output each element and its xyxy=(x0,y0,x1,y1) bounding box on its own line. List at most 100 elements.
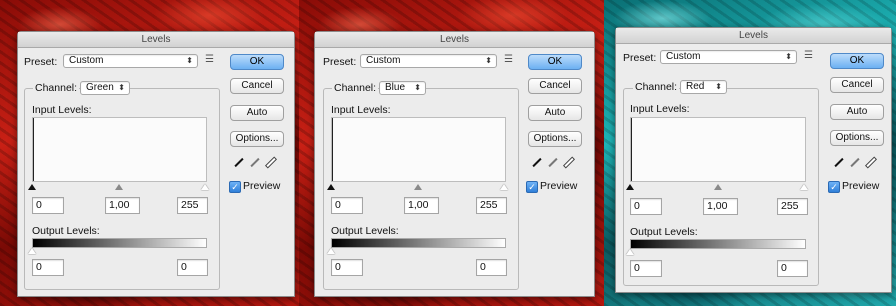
input-black-slider[interactable] xyxy=(327,184,335,190)
channel-value: Blue xyxy=(385,82,406,93)
output-white-field[interactable]: 0 xyxy=(777,260,808,277)
input-white-field[interactable]: 255 xyxy=(476,197,507,214)
updown-arrows-icon: ⬍ xyxy=(485,56,492,65)
preset-options-menu-icon[interactable]: ☰ xyxy=(205,54,214,65)
input-white-field[interactable]: 255 xyxy=(777,198,808,215)
updown-arrows-icon: ⬍ xyxy=(118,83,125,92)
options-button[interactable]: Options... xyxy=(830,130,884,146)
eyedropper-group xyxy=(834,157,876,169)
output-gradient xyxy=(32,238,207,248)
options-button[interactable]: Options... xyxy=(230,131,284,147)
input-black-field[interactable]: 0 xyxy=(331,197,363,214)
output-gradient xyxy=(331,238,506,248)
input-black-slider[interactable] xyxy=(28,184,36,190)
auto-button[interactable]: Auto xyxy=(830,104,884,120)
input-white-field[interactable]: 255 xyxy=(177,197,208,214)
output-levels-label: Output Levels: xyxy=(32,225,100,237)
black-point-eyedropper-icon[interactable] xyxy=(834,157,844,169)
input-black-field[interactable]: 0 xyxy=(32,197,64,214)
gray-point-eyedropper-icon[interactable] xyxy=(850,157,860,169)
input-gamma-slider[interactable] xyxy=(714,184,722,190)
input-gamma-field[interactable]: 1,00 xyxy=(703,198,738,215)
output-black-field[interactable]: 0 xyxy=(630,260,662,277)
histogram-spike xyxy=(332,118,333,181)
preset-options-menu-icon[interactable]: ☰ xyxy=(804,50,813,61)
input-gamma-field[interactable]: 1,00 xyxy=(404,197,439,214)
input-gamma-slider[interactable] xyxy=(414,184,422,190)
levels-dialog: Levels Preset: Custom ⬍ ☰ Channel: Red ⬍… xyxy=(615,27,892,293)
updown-arrows-icon: ⬍ xyxy=(715,82,722,91)
preset-select[interactable]: Custom ⬍ xyxy=(360,54,497,68)
output-slider-track xyxy=(327,248,506,258)
levels-dialog: Levels Preset: Custom ⬍ ☰ Channel: Blue … xyxy=(314,31,595,297)
input-white-slider[interactable] xyxy=(500,184,508,190)
dialog-title: Levels xyxy=(315,32,594,48)
white-point-eyedropper-icon[interactable] xyxy=(866,157,876,169)
channel-value: Green xyxy=(86,82,114,93)
input-levels-label: Input Levels: xyxy=(32,104,92,116)
input-slider-track xyxy=(28,184,209,194)
channel-select[interactable]: Green ⬍ xyxy=(80,81,130,95)
cancel-button[interactable]: Cancel xyxy=(230,78,284,94)
histogram xyxy=(331,117,506,182)
preview-checkbox[interactable]: ✓ xyxy=(828,181,840,193)
channel-label: Channel: xyxy=(332,82,379,94)
updown-arrows-icon: ⬍ xyxy=(414,83,421,92)
channel-label: Channel: xyxy=(633,81,680,93)
ok-button[interactable]: OK xyxy=(830,53,884,69)
histogram-spike xyxy=(631,118,632,181)
eyedropper-group xyxy=(532,157,574,169)
output-white-field[interactable]: 0 xyxy=(476,259,507,276)
auto-button[interactable]: Auto xyxy=(528,105,582,121)
preset-select[interactable]: Custom ⬍ xyxy=(660,50,797,64)
output-white-slider[interactable] xyxy=(28,248,36,254)
output-black-field[interactable]: 0 xyxy=(331,259,363,276)
gray-point-eyedropper-icon[interactable] xyxy=(250,157,260,169)
channel-select[interactable]: Red ⬍ xyxy=(680,80,727,94)
ok-button[interactable]: OK xyxy=(230,54,284,70)
channel-select[interactable]: Blue ⬍ xyxy=(379,81,426,95)
output-white-slider[interactable] xyxy=(626,249,634,255)
input-white-slider[interactable] xyxy=(800,184,808,190)
output-black-field[interactable]: 0 xyxy=(32,259,64,276)
ok-button[interactable]: OK xyxy=(528,54,582,70)
output-slider-track xyxy=(626,249,806,259)
preset-value: Custom xyxy=(666,51,701,62)
auto-button[interactable]: Auto xyxy=(230,105,284,121)
preset-label: Preset: xyxy=(323,56,357,68)
input-white-slider[interactable] xyxy=(201,184,209,190)
output-white-slider[interactable] xyxy=(327,248,335,254)
output-levels-label: Output Levels: xyxy=(630,226,698,238)
black-point-eyedropper-icon[interactable] xyxy=(234,157,244,169)
preset-label: Preset: xyxy=(623,52,657,64)
input-black-field[interactable]: 0 xyxy=(630,198,662,215)
preview-label: Preview xyxy=(842,180,880,192)
cancel-button[interactable]: Cancel xyxy=(528,78,582,94)
input-black-slider[interactable] xyxy=(626,184,634,190)
output-levels-label: Output Levels: xyxy=(331,225,399,237)
preview-checkbox[interactable]: ✓ xyxy=(229,181,241,193)
white-point-eyedropper-icon[interactable] xyxy=(266,157,276,169)
preset-options-menu-icon[interactable]: ☰ xyxy=(504,54,513,65)
preview-label: Preview xyxy=(540,180,578,192)
channel-value: Red xyxy=(686,81,705,92)
panel-green: Levels Preset: Custom ⬍ ☰ Channel: Green… xyxy=(0,0,299,306)
output-slider-track xyxy=(28,248,207,258)
updown-arrows-icon: ⬍ xyxy=(186,56,193,65)
dialog-title: Levels xyxy=(616,28,891,44)
input-slider-track xyxy=(327,184,508,194)
input-gamma-slider[interactable] xyxy=(115,184,123,190)
gray-point-eyedropper-icon[interactable] xyxy=(548,157,558,169)
input-gamma-field[interactable]: 1,00 xyxy=(105,197,140,214)
preset-select[interactable]: Custom ⬍ xyxy=(63,54,198,68)
eyedropper-group xyxy=(234,157,276,169)
output-white-field[interactable]: 0 xyxy=(177,259,208,276)
options-button[interactable]: Options... xyxy=(528,131,582,147)
black-point-eyedropper-icon[interactable] xyxy=(532,157,542,169)
dialog-title: Levels xyxy=(18,32,294,48)
preset-label: Preset: xyxy=(24,56,58,68)
channel-label: Channel: xyxy=(33,82,80,94)
white-point-eyedropper-icon[interactable] xyxy=(564,157,574,169)
preview-checkbox[interactable]: ✓ xyxy=(526,181,538,193)
cancel-button[interactable]: Cancel xyxy=(830,77,884,93)
